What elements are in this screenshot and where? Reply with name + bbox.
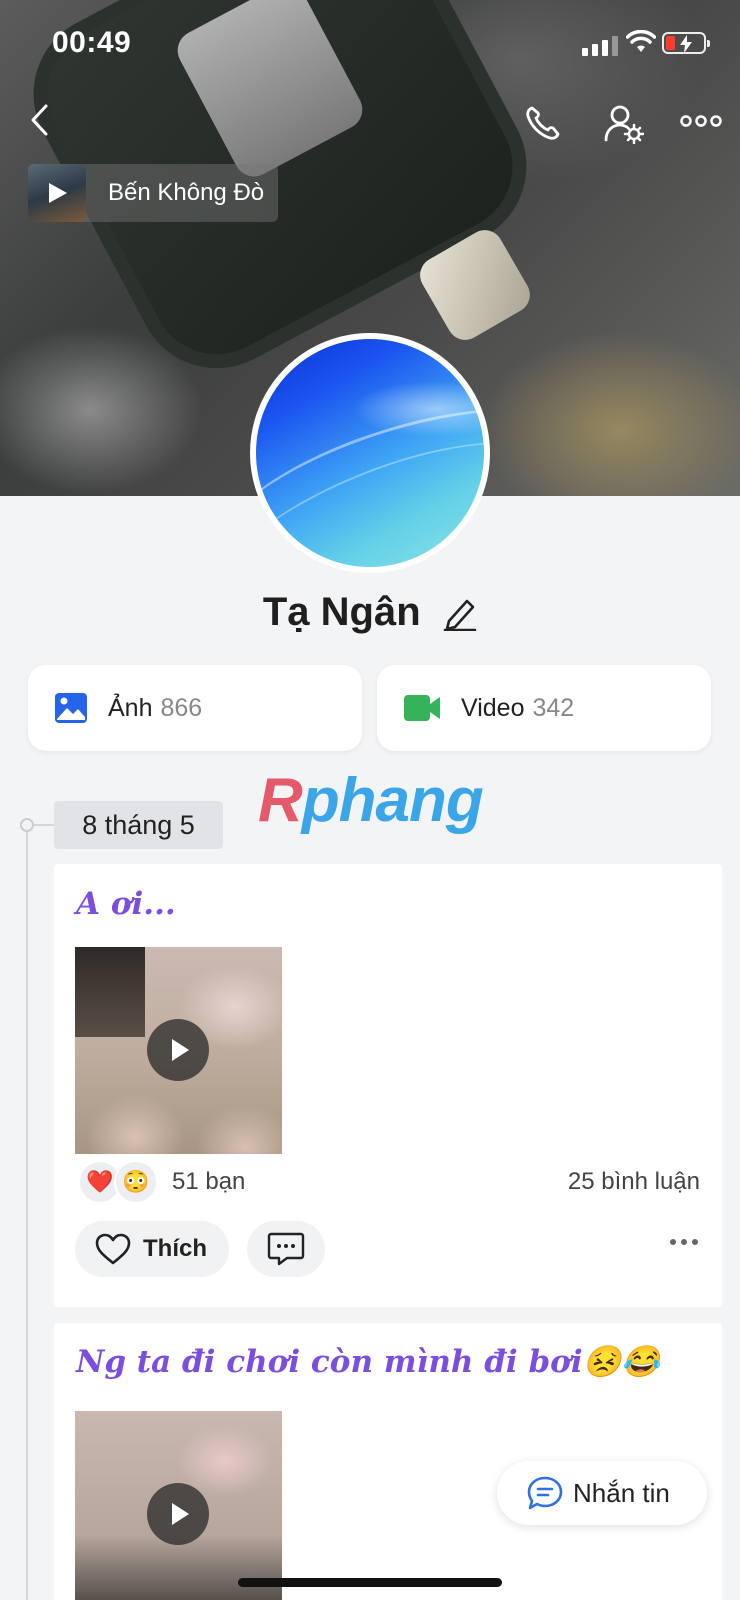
play-icon xyxy=(49,183,67,203)
videos-button[interactable]: Video 342 xyxy=(377,665,711,751)
post-card[interactable]: A ơi... ❤️ 😳 51 bạn 25 bình luận Thích xyxy=(54,864,722,1307)
photos-button[interactable]: Ảnh 866 xyxy=(28,665,362,751)
watermark-logo: Rphang xyxy=(258,766,484,835)
phone-icon[interactable] xyxy=(524,104,562,142)
post-more-icon[interactable] xyxy=(670,1239,698,1245)
back-icon[interactable] xyxy=(28,100,52,140)
timeline-line xyxy=(26,824,28,1600)
chat-bubble-icon xyxy=(527,1476,563,1510)
play-icon[interactable] xyxy=(147,1019,209,1081)
music-thumbnail xyxy=(28,164,86,222)
like-button[interactable]: Thích xyxy=(75,1221,229,1277)
like-label: Thích xyxy=(143,1235,207,1262)
post-caption: A ơi... xyxy=(76,886,176,922)
wifi-icon xyxy=(626,30,656,52)
videos-count: 342 xyxy=(532,693,575,722)
date-label: 8 tháng 5 xyxy=(54,801,223,849)
reaction-summary[interactable]: ❤️ 😳 51 bạn xyxy=(78,1160,245,1204)
video-icon xyxy=(404,695,440,721)
home-indicator xyxy=(238,1578,502,1587)
message-label: Nhắn tin xyxy=(573,1477,670,1508)
timeline-dot xyxy=(20,818,34,832)
profile-name-row: Tạ Ngân xyxy=(0,590,740,635)
more-options-icon[interactable] xyxy=(680,114,722,128)
videos-label: Video xyxy=(461,693,525,722)
photos-label: Ảnh xyxy=(108,693,153,722)
comment-icon xyxy=(267,1232,305,1266)
profile-settings-icon[interactable] xyxy=(604,104,644,144)
status-bar: 00:49 xyxy=(0,0,740,90)
play-icon[interactable] xyxy=(147,1483,209,1545)
message-button[interactable]: Nhắn tin xyxy=(497,1461,707,1525)
profile-music-button[interactable]: Bến Không Đò xyxy=(28,164,278,222)
edit-icon[interactable] xyxy=(443,595,477,631)
heart-icon xyxy=(95,1233,131,1265)
profile-name: Tạ Ngân xyxy=(262,590,421,634)
timeline-tick xyxy=(34,824,54,826)
signal-icon xyxy=(582,36,618,56)
post-caption: Ng ta đi chơi còn mình đi bơi😣😂 xyxy=(76,1344,660,1380)
comment-button[interactable] xyxy=(247,1221,325,1277)
music-title: Bến Không Đò xyxy=(108,179,265,206)
reaction-count: 51 bạn xyxy=(172,1168,246,1195)
battery-icon xyxy=(662,32,710,54)
image-icon xyxy=(55,693,87,723)
comment-count[interactable]: 25 bình luận xyxy=(568,1168,700,1196)
avatar[interactable] xyxy=(250,333,490,573)
photos-count: 866 xyxy=(160,693,203,722)
video-thumbnail[interactable] xyxy=(75,947,282,1154)
status-time: 00:49 xyxy=(52,26,132,59)
surprised-reaction-icon: 😳 xyxy=(114,1160,158,1204)
video-thumbnail[interactable] xyxy=(75,1411,282,1600)
